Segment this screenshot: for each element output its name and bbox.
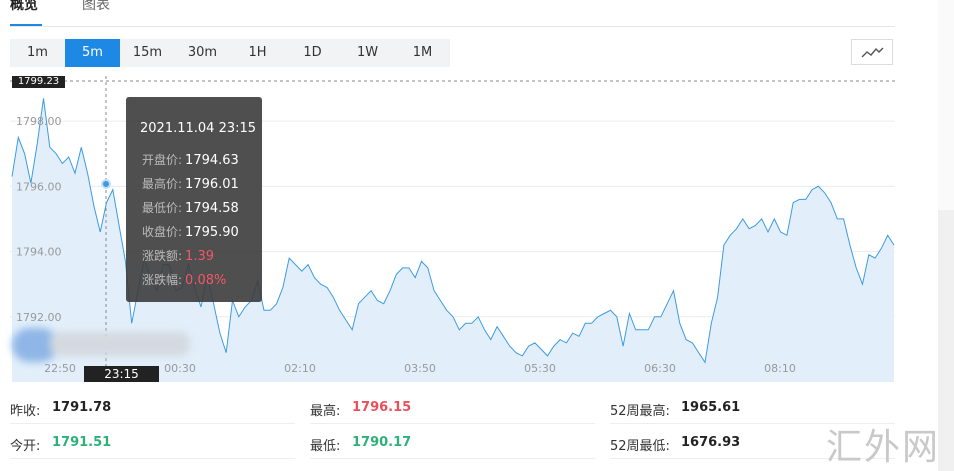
crosshair-price-label: 1799.23: [12, 76, 65, 88]
stat-label: 昨收:: [10, 404, 41, 419]
crosshair-time-label: 23:15: [84, 366, 159, 382]
tooltip-row-change: 涨跌额: 1.39: [142, 246, 214, 264]
stat-label: 52周最高:: [610, 404, 670, 419]
x-tick-label: 06:30: [644, 362, 676, 375]
tooltip-row-open: 开盘价: 1794.63: [142, 150, 239, 168]
x-tick-label: 02:10: [284, 362, 316, 375]
interval-1m-button[interactable]: 1m: [10, 39, 65, 67]
x-tick-label: 03:50: [404, 362, 436, 375]
stat-high: 最高: 1796.15: [310, 390, 595, 424]
tooltip-label: 涨跌额:: [142, 249, 183, 263]
tooltip-value: 1.39: [185, 249, 214, 264]
interval-1mo-button[interactable]: 1M: [395, 39, 450, 67]
stat-value: 1791.51: [52, 435, 112, 450]
tooltip-row-change-pct: 涨跌幅: 0.08%: [142, 270, 226, 288]
interval-1w-button[interactable]: 1W: [340, 39, 395, 67]
interval-1h-button[interactable]: 1H: [230, 39, 285, 67]
tooltip-label: 开盘价:: [142, 153, 183, 167]
line-chart-icon: [861, 47, 884, 58]
hover-point: [103, 181, 109, 187]
stat-label: 今开:: [10, 439, 41, 454]
interval-1d-button[interactable]: 1D: [285, 39, 340, 67]
blurred-overlay: [12, 328, 197, 362]
tooltip-value: 1794.58: [185, 201, 239, 216]
y-tick-label: 1794.00: [16, 246, 62, 259]
stat-low: 最低: 1790.17: [310, 425, 595, 459]
stat-value: 1965.61: [681, 400, 741, 415]
interval-selector: 1m 5m 15m 30m 1H 1D 1W 1M: [10, 39, 450, 67]
tooltip-value: 1794.63: [185, 153, 239, 168]
tooltip-value: 0.08%: [185, 273, 227, 288]
stat-label: 52周最低:: [610, 439, 670, 454]
tab-overview[interactable]: 概览: [10, 0, 38, 14]
tab-chart[interactable]: 图表: [82, 0, 110, 14]
stat-value: 1791.78: [52, 400, 112, 415]
tooltip-value: 1796.01: [185, 177, 239, 192]
interval-5m-button[interactable]: 5m: [65, 39, 120, 67]
tab-bar: 概览 图表: [10, 0, 895, 27]
active-tab-indicator: [10, 24, 42, 26]
y-tick-label: 1796.00: [16, 180, 62, 193]
y-tick-label: 1792.00: [16, 311, 62, 324]
stat-label: 最高:: [310, 404, 341, 419]
tooltip-label: 最高价:: [142, 177, 183, 191]
stat-value: 1790.17: [352, 435, 412, 450]
tooltip-label: 收盘价:: [142, 225, 183, 239]
tooltip-row-low: 最低价: 1794.58: [142, 198, 239, 216]
stat-label: 最低:: [310, 439, 341, 454]
tooltip-label: 最低价:: [142, 201, 183, 215]
tooltip-row-close: 收盘价: 1795.90: [142, 222, 239, 240]
page-scrollbar-thumb[interactable]: [938, 210, 954, 471]
stat-value: 1796.15: [352, 400, 412, 415]
y-tick-label: 1798.00: [16, 115, 62, 128]
interval-15m-button[interactable]: 15m: [120, 39, 175, 67]
interval-30m-button[interactable]: 30m: [175, 39, 230, 67]
tooltip-date: 2021.11.04 23:15: [140, 121, 257, 136]
stat-open: 今开: 1791.51: [10, 425, 295, 459]
tooltip-value: 1795.90: [185, 225, 239, 240]
stat-prev-close: 昨收: 1791.78: [10, 390, 295, 424]
x-tick-label: 22:50: [44, 362, 76, 375]
tooltip-label: 涨跌幅:: [142, 273, 183, 287]
watermark-logo: 汇外网: [826, 427, 941, 468]
x-tick-label: 08:10: [764, 362, 796, 375]
x-tick-label: 05:30: [524, 362, 556, 375]
ohlc-tooltip: 2021.11.04 23:15 开盘价: 1794.63 最高价: 1796.01…: [126, 97, 262, 302]
quote-stats: 昨收: 1791.78 最高: 1796.15 52周最高: 1965.61 今…: [10, 390, 895, 471]
chart-type-button[interactable]: [851, 39, 893, 65]
tooltip-row-high: 最高价: 1796.01: [142, 174, 239, 192]
stat-value: 1676.93: [681, 435, 741, 450]
x-tick-label: 00:30: [164, 362, 196, 375]
